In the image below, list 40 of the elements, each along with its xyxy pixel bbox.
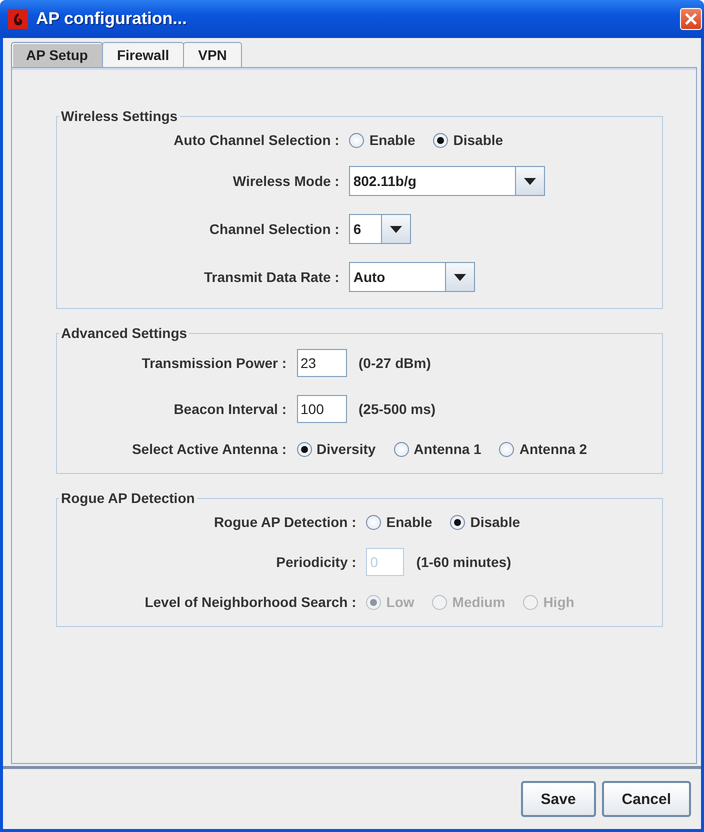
field-label: Rogue AP Detection : xyxy=(214,514,356,530)
group-title: Advanced Settings xyxy=(60,325,188,341)
dropdown[interactable]: Auto xyxy=(349,262,476,292)
range-hint: (1-60 minutes) xyxy=(416,554,512,570)
tab[interactable]: VPN xyxy=(183,42,242,67)
field-label: Level of Neighborhood Search : xyxy=(144,594,356,610)
field-label: Wireless Mode : xyxy=(232,173,340,189)
caret-icon xyxy=(524,178,536,184)
dialog-button[interactable]: Cancel xyxy=(602,781,691,817)
radio-option[interactable]: Diversity xyxy=(296,441,376,457)
radio-option[interactable]: Antenna 2 xyxy=(499,441,588,457)
radio-option[interactable]: Enable xyxy=(349,132,416,148)
range-hint: (0-27 dBm) xyxy=(358,355,431,371)
radio-option[interactable]: Disable xyxy=(450,514,520,530)
caret-icon xyxy=(454,274,466,280)
field-label: Select Active Antenna : xyxy=(132,441,287,457)
group-title: Rogue AP Detection xyxy=(60,490,196,506)
tab[interactable]: Firewall xyxy=(102,42,184,67)
window-title: AP configuration... xyxy=(36,9,188,29)
field-label: Beacon Interval : xyxy=(174,401,287,417)
radio-option[interactable]: Enable xyxy=(366,514,432,530)
close-button[interactable] xyxy=(680,8,702,30)
field-label: Channel Selection : xyxy=(209,221,340,237)
range-hint: (25-500 ms) xyxy=(358,401,436,417)
group-title: Wireless Settings xyxy=(60,108,179,124)
radio-option[interactable]: Antenna 1 xyxy=(394,441,482,457)
dropdown[interactable]: 6 xyxy=(349,214,412,244)
app-icon xyxy=(8,9,28,29)
input-field[interactable]: 100 xyxy=(296,395,347,423)
caret-icon xyxy=(390,226,402,232)
tab[interactable]: AP Setup xyxy=(11,42,103,67)
field-label: Transmission Power : xyxy=(142,355,287,371)
radio-option[interactable]: Disable xyxy=(433,132,504,148)
field-label: Auto Channel Selection : xyxy=(174,132,340,148)
field-label: Periodicity : xyxy=(276,554,356,570)
field-label: Transmit Data Rate : xyxy=(204,269,340,285)
input-field[interactable]: 23 xyxy=(296,349,347,377)
close-icon xyxy=(684,12,698,26)
dropdown[interactable]: 802.11b/g xyxy=(349,166,546,196)
dialog-button[interactable]: Save xyxy=(520,781,596,817)
